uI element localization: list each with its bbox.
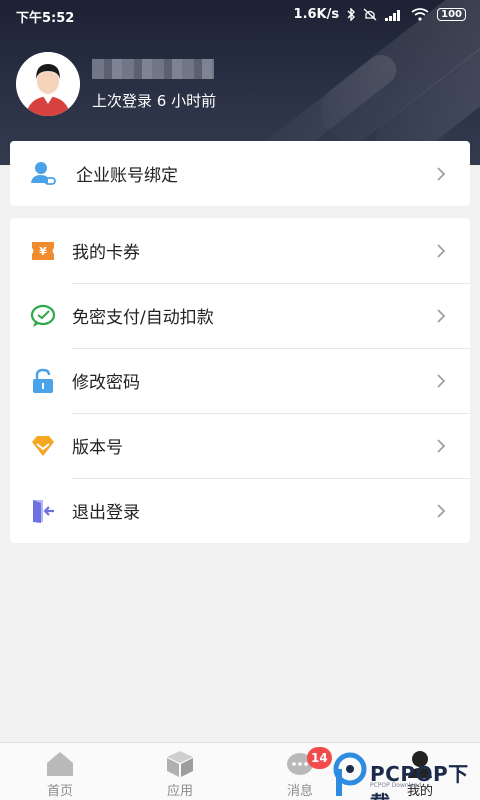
menu-label: 免密支付/自动扣款 xyxy=(72,308,214,328)
coupon-icon: ¥ xyxy=(32,242,54,260)
tab-label: 应用 xyxy=(166,784,193,799)
status-time: 下午5:52 xyxy=(16,11,75,26)
chevron-right-icon xyxy=(437,504,446,518)
tab-home[interactable]: 首页 xyxy=(0,743,120,800)
menu-row-logout[interactable]: 退出登录 xyxy=(10,478,470,543)
menu-row-change-password[interactable]: 修改密码 xyxy=(10,348,470,413)
user-avatar-icon xyxy=(16,52,80,116)
settings-card: ¥ 我的卡券 免密支付/自动扣款 修改密码 版本号 退出登录 xyxy=(10,218,470,543)
watermark-logo-icon xyxy=(333,752,367,796)
payment-chat-icon xyxy=(30,304,56,327)
menu-row-auto-payment[interactable]: 免密支付/自动扣款 xyxy=(10,283,470,348)
network-speed: 1.6K/s xyxy=(293,7,340,22)
watermark-text: PCPOP下载 xyxy=(370,762,469,800)
menu-label: 我的卡券 xyxy=(72,243,140,263)
menu-label: 版本号 xyxy=(72,438,123,458)
chevron-right-icon xyxy=(437,439,446,453)
menu-label: 修改密码 xyxy=(72,373,140,393)
username-blurred xyxy=(92,59,214,79)
status-icons: 1.6K/s 100 xyxy=(294,7,466,22)
chevron-right-icon xyxy=(437,309,446,323)
apps-cube-icon xyxy=(167,751,193,777)
logout-door-icon xyxy=(33,500,54,523)
unread-badge: 14 xyxy=(307,747,332,769)
enterprise-card: 企业账号绑定 xyxy=(10,141,470,206)
enterprise-user-link-icon xyxy=(31,162,56,185)
bluetooth-icon xyxy=(347,8,356,21)
menu-row-coupons[interactable]: ¥ 我的卡券 xyxy=(10,218,470,283)
lock-icon xyxy=(33,368,53,393)
svg-text:¥: ¥ xyxy=(39,245,47,258)
tab-label: 首页 xyxy=(46,784,73,799)
version-icon xyxy=(32,436,54,456)
mute-alarm-icon xyxy=(363,8,377,21)
chevron-right-icon xyxy=(437,167,446,181)
wifi-icon xyxy=(411,8,429,21)
signal-icon xyxy=(385,9,401,21)
menu-row-enterprise-binding[interactable]: 企业账号绑定 xyxy=(10,141,470,206)
status-bar: 下午5:52 1.6K/s 100 xyxy=(0,0,480,30)
battery-indicator: 100 xyxy=(437,8,466,21)
watermark: PCPOP下载 PCPOP Download xyxy=(330,748,480,800)
menu-row-version[interactable]: 版本号 xyxy=(10,413,470,478)
avatar[interactable] xyxy=(16,52,80,116)
menu-label: 退出登录 xyxy=(72,503,140,523)
chevron-right-icon xyxy=(437,374,446,388)
home-icon xyxy=(47,752,73,776)
menu-label: 企业账号绑定 xyxy=(76,166,178,186)
last-login-text: 上次登录 6 小时前 xyxy=(92,92,217,110)
tab-apps[interactable]: 应用 xyxy=(120,743,240,800)
chevron-right-icon xyxy=(437,244,446,258)
watermark-subtext: PCPOP Download xyxy=(370,782,422,789)
